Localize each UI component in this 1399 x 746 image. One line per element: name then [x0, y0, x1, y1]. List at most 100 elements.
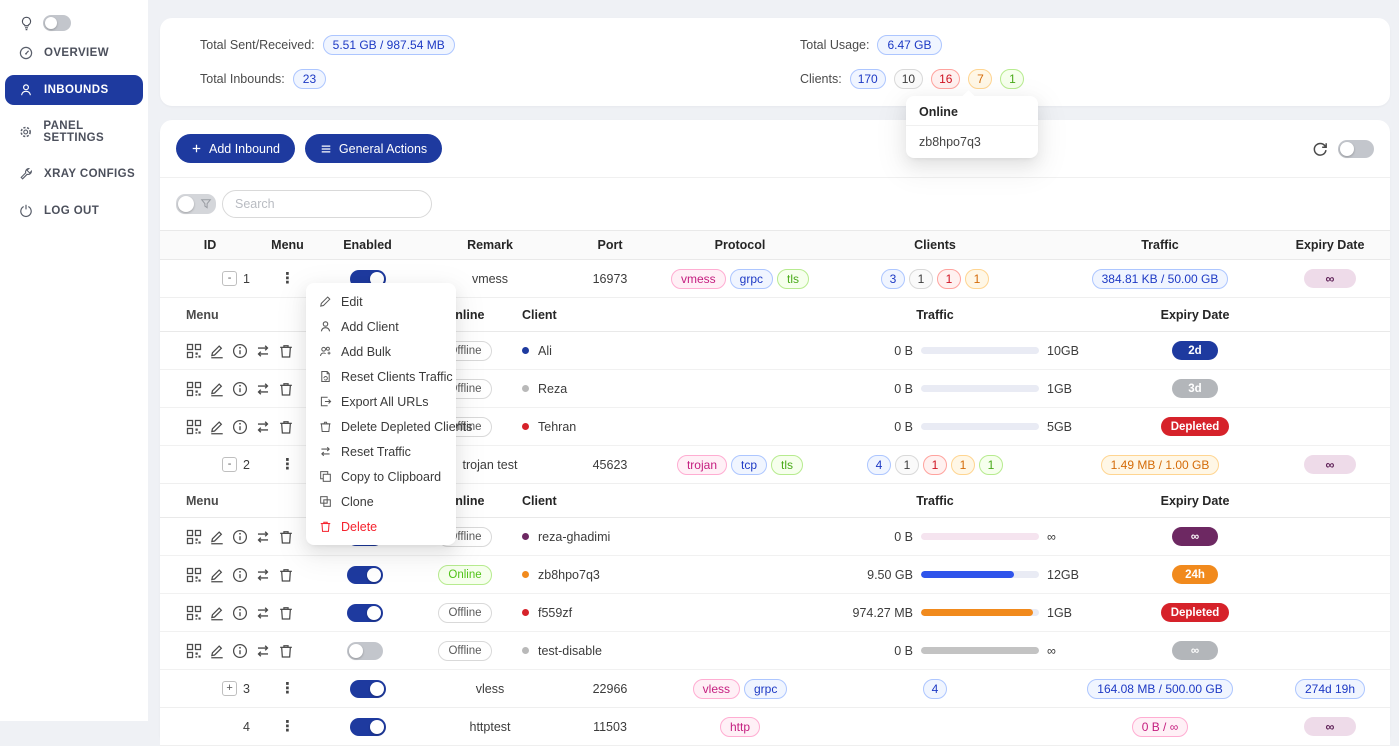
- menu-item-copy-to-clipboard[interactable]: Copy to Clipboard: [306, 464, 456, 489]
- client-count-badge[interactable]: 4: [867, 455, 891, 475]
- search-input[interactable]: [222, 190, 432, 218]
- qr-code-icon[interactable]: [186, 381, 202, 397]
- clients-expiring-badge[interactable]: 7: [968, 69, 992, 89]
- menu-item-add-bulk[interactable]: Add Bulk: [306, 339, 456, 364]
- info-icon[interactable]: [232, 643, 248, 659]
- row-menu-button[interactable]: ⋮: [280, 719, 295, 734]
- expand-row-button[interactable]: +: [222, 681, 237, 696]
- info-icon[interactable]: [232, 529, 248, 545]
- delete-icon[interactable]: [278, 381, 294, 397]
- menu-item-export-all-urls[interactable]: Export All URLs: [306, 389, 456, 414]
- menu-item-edit[interactable]: Edit: [306, 289, 456, 314]
- traffic-bar: [921, 647, 1039, 654]
- client-count-badge[interactable]: 1: [909, 269, 933, 289]
- client-expiry-badge: Depleted: [1161, 603, 1230, 622]
- add-bulk-icon: [319, 345, 332, 358]
- delete-icon[interactable]: [278, 529, 294, 545]
- reset-traffic-icon[interactable]: [255, 419, 271, 435]
- edit-icon[interactable]: [209, 419, 225, 435]
- client-count-badge[interactable]: 3: [881, 269, 905, 289]
- qr-code-icon[interactable]: [186, 643, 202, 659]
- client-count-badge[interactable]: 1: [979, 455, 1003, 475]
- sidebar-item-panel-settings[interactable]: PANEL SETTINGS: [5, 112, 143, 152]
- menu-item-delete-depleted-clients[interactable]: Delete Depleted Clients: [306, 414, 456, 439]
- general-actions-button[interactable]: General Actions: [305, 134, 442, 163]
- clients-label: Clients:: [800, 72, 842, 86]
- filter-toggle[interactable]: [176, 194, 216, 214]
- sidebar-item-xray-configs[interactable]: XRAY CONFIGS: [5, 159, 143, 189]
- client-count-badge[interactable]: 1: [923, 455, 947, 475]
- plus-icon: [191, 143, 202, 154]
- edit-icon[interactable]: [209, 605, 225, 621]
- sidebar-item-overview[interactable]: OVERVIEW: [5, 38, 143, 68]
- inbound-enabled-toggle[interactable]: [350, 718, 386, 736]
- info-icon[interactable]: [232, 381, 248, 397]
- edit-icon[interactable]: [209, 567, 225, 583]
- row-menu-button[interactable]: ⋮: [280, 271, 295, 286]
- client-enabled-toggle[interactable]: [347, 566, 383, 584]
- info-icon[interactable]: [232, 419, 248, 435]
- menu-item-clone[interactable]: Clone: [306, 489, 456, 514]
- info-icon[interactable]: [232, 567, 248, 583]
- delete-icon[interactable]: [278, 605, 294, 621]
- sidebar-item-inbounds[interactable]: INBOUNDS: [5, 75, 143, 105]
- client-count-badge[interactable]: 4: [923, 679, 947, 699]
- total-usage-label: Total Usage:: [800, 38, 869, 52]
- delete-icon[interactable]: [278, 567, 294, 583]
- menu-item-reset-traffic[interactable]: Reset Traffic: [306, 439, 456, 464]
- qr-code-icon[interactable]: [186, 343, 202, 359]
- reset-traffic-icon[interactable]: [255, 381, 271, 397]
- client-status-dot: [522, 609, 529, 616]
- client-enabled-toggle[interactable]: [347, 642, 383, 660]
- inbound-traffic-tag: 164.08 MB / 500.00 GB: [1087, 679, 1232, 699]
- menu-item-delete[interactable]: Delete: [306, 514, 456, 539]
- wrench-icon: [19, 167, 33, 181]
- add-inbound-button[interactable]: Add Inbound: [176, 134, 295, 163]
- sub-col-traffic: Traffic: [750, 494, 1120, 508]
- qr-code-icon[interactable]: [186, 529, 202, 545]
- delete-icon[interactable]: [278, 419, 294, 435]
- client-count-badge[interactable]: 1: [965, 269, 989, 289]
- client-count-badge[interactable]: 1: [951, 455, 975, 475]
- client-count-badge[interactable]: 1: [895, 455, 919, 475]
- traffic-limit: ∞: [1047, 530, 1087, 544]
- reset-traffic-icon[interactable]: [255, 343, 271, 359]
- menu-lines-icon: [320, 143, 332, 155]
- qr-code-icon[interactable]: [186, 419, 202, 435]
- info-icon[interactable]: [232, 343, 248, 359]
- clients-total-badge[interactable]: 170: [850, 69, 886, 89]
- qr-code-icon[interactable]: [186, 605, 202, 621]
- edit-icon[interactable]: [209, 343, 225, 359]
- menu-item-reset-clients-traffic[interactable]: Reset Clients Traffic: [306, 364, 456, 389]
- edit-icon[interactable]: [209, 381, 225, 397]
- traffic-used: 9.50 GB: [783, 568, 913, 582]
- clients-depleted-badge[interactable]: 16: [931, 69, 960, 89]
- collapse-row-button[interactable]: -: [222, 457, 237, 472]
- delete-icon[interactable]: [278, 343, 294, 359]
- sidebar-item-log-out[interactable]: LOG OUT: [5, 196, 143, 226]
- edit-icon[interactable]: [209, 529, 225, 545]
- row-menu-button[interactable]: ⋮: [280, 457, 295, 472]
- reset-traffic-icon[interactable]: [255, 529, 271, 545]
- client-name: Tehran: [538, 420, 576, 434]
- theme-toggle[interactable]: [43, 15, 71, 31]
- refresh-icon[interactable]: [1312, 141, 1328, 157]
- reset-traffic-icon[interactable]: [255, 567, 271, 583]
- client-enabled-toggle[interactable]: [347, 604, 383, 622]
- row-menu-button[interactable]: ⋮: [280, 681, 295, 696]
- menu-item-add-client[interactable]: Add Client: [306, 314, 456, 339]
- reset-traffic-icon[interactable]: [255, 643, 271, 659]
- reset-traffic-icon[interactable]: [255, 605, 271, 621]
- client-count-badge[interactable]: 1: [937, 269, 961, 289]
- edit-icon[interactable]: [209, 643, 225, 659]
- qr-code-icon[interactable]: [186, 567, 202, 583]
- delete-icon: [319, 520, 332, 533]
- clients-deactive-badge[interactable]: 10: [894, 69, 923, 89]
- inbound-enabled-toggle[interactable]: [350, 680, 386, 698]
- total-inbounds-value: 23: [293, 69, 326, 89]
- clients-online-badge[interactable]: 1: [1000, 69, 1024, 89]
- auto-refresh-toggle[interactable]: [1338, 140, 1374, 158]
- info-icon[interactable]: [232, 605, 248, 621]
- collapse-row-button[interactable]: -: [222, 271, 237, 286]
- delete-icon[interactable]: [278, 643, 294, 659]
